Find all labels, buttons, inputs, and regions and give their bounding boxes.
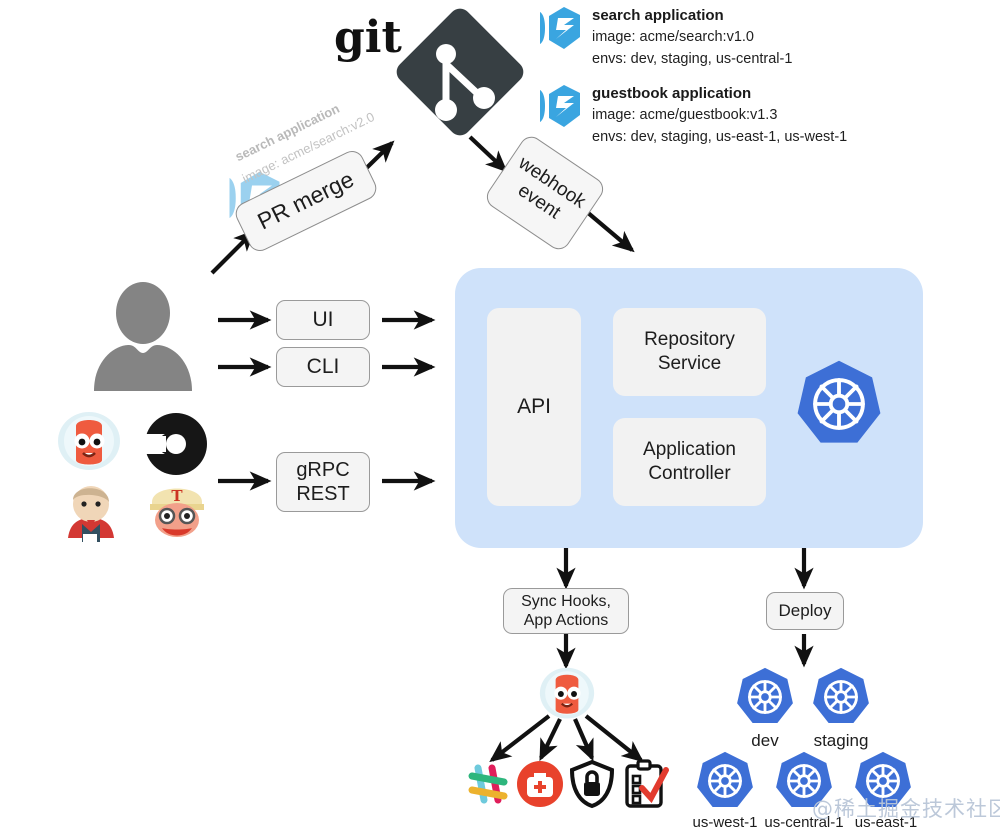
- entrypoint-cli-label: CLI: [306, 355, 340, 379]
- argo-icon: [58, 412, 120, 470]
- api-box[interactable]: API: [487, 308, 581, 506]
- watermark: @稀土掘金技术社区: [812, 797, 1000, 821]
- pagerduty-icon[interactable]: [516, 760, 564, 808]
- entrypoint-cli[interactable]: CLI: [276, 347, 370, 387]
- manifest-envs: envs: dev, staging, us-east-1, us-west-1: [592, 128, 848, 145]
- application-controller-line1: Application: [643, 439, 736, 461]
- repository-service-line1: Repository: [644, 329, 735, 351]
- entrypoint-grpc-label: gRPC: [296, 459, 350, 481]
- kubernetes-icon-panel: [797, 360, 881, 443]
- kubernetes-app-icon: [540, 85, 580, 128]
- manifest-item-guestbook: guestbook application image: acme/guestb…: [534, 82, 954, 148]
- argo-icon-actions: [539, 667, 595, 719]
- repository-service-box[interactable]: Repository Service: [613, 308, 766, 396]
- ci-tools-group: T: [56, 410, 216, 542]
- cluster-icon-dev[interactable]: [734, 666, 796, 728]
- svg-text:T: T: [171, 487, 183, 505]
- deploy-box[interactable]: Deploy: [766, 592, 844, 630]
- circleci-icon: [143, 413, 207, 475]
- cluster-label-staging: staging: [813, 731, 869, 750]
- entrypoint-ui-label: UI: [312, 308, 334, 332]
- manifest-item-search: search application image: acme/search:v1…: [534, 4, 954, 70]
- application-controller-line2: Controller: [648, 463, 731, 484]
- entrypoint-rest-label: REST: [296, 483, 350, 505]
- slack-icon[interactable]: [464, 760, 512, 808]
- user-avatar: [88, 281, 198, 391]
- travisci-icon: T: [146, 479, 208, 541]
- sync-hooks-box[interactable]: Sync Hooks, App Actions: [503, 588, 629, 634]
- security-shield-icon[interactable]: [568, 759, 616, 809]
- manifest-name: search application: [592, 7, 724, 24]
- git-wordmark: git: [334, 12, 402, 63]
- entrypoint-grpc-rest[interactable]: gRPC REST: [276, 452, 370, 512]
- sync-hooks-line2: App Actions: [523, 612, 609, 629]
- manifest-name: guestbook application: [592, 85, 752, 103]
- cluster-icon-us-west-1[interactable]: [694, 750, 756, 812]
- cluster-label-us-west-1: us-west-1: [692, 814, 758, 831]
- entrypoint-ui[interactable]: UI: [276, 300, 370, 340]
- kubernetes-app-icon: [540, 7, 580, 49]
- manifest-envs: envs: dev, staging, us-central-1: [592, 50, 793, 67]
- compliance-clipboard-icon[interactable]: [620, 759, 669, 808]
- manifest-list: search application image: acme/search:v1…: [534, 4, 954, 149]
- application-controller-box[interactable]: Application Controller: [613, 418, 766, 506]
- sync-hooks-line1: Sync Hooks,: [521, 592, 611, 610]
- manifest-image: image: acme/search:v1.0: [592, 28, 754, 45]
- cluster-icon-staging[interactable]: [810, 666, 872, 728]
- api-label: API: [517, 394, 551, 418]
- deploy-label: Deploy: [778, 600, 832, 620]
- manifest-image: image: acme/guestbook:v1.3: [592, 107, 778, 123]
- diagram-canvas: git search application image: acme/searc…: [0, 0, 1000, 838]
- repository-service-line2: Service: [657, 353, 722, 374]
- jenkins-icon: [59, 477, 123, 542]
